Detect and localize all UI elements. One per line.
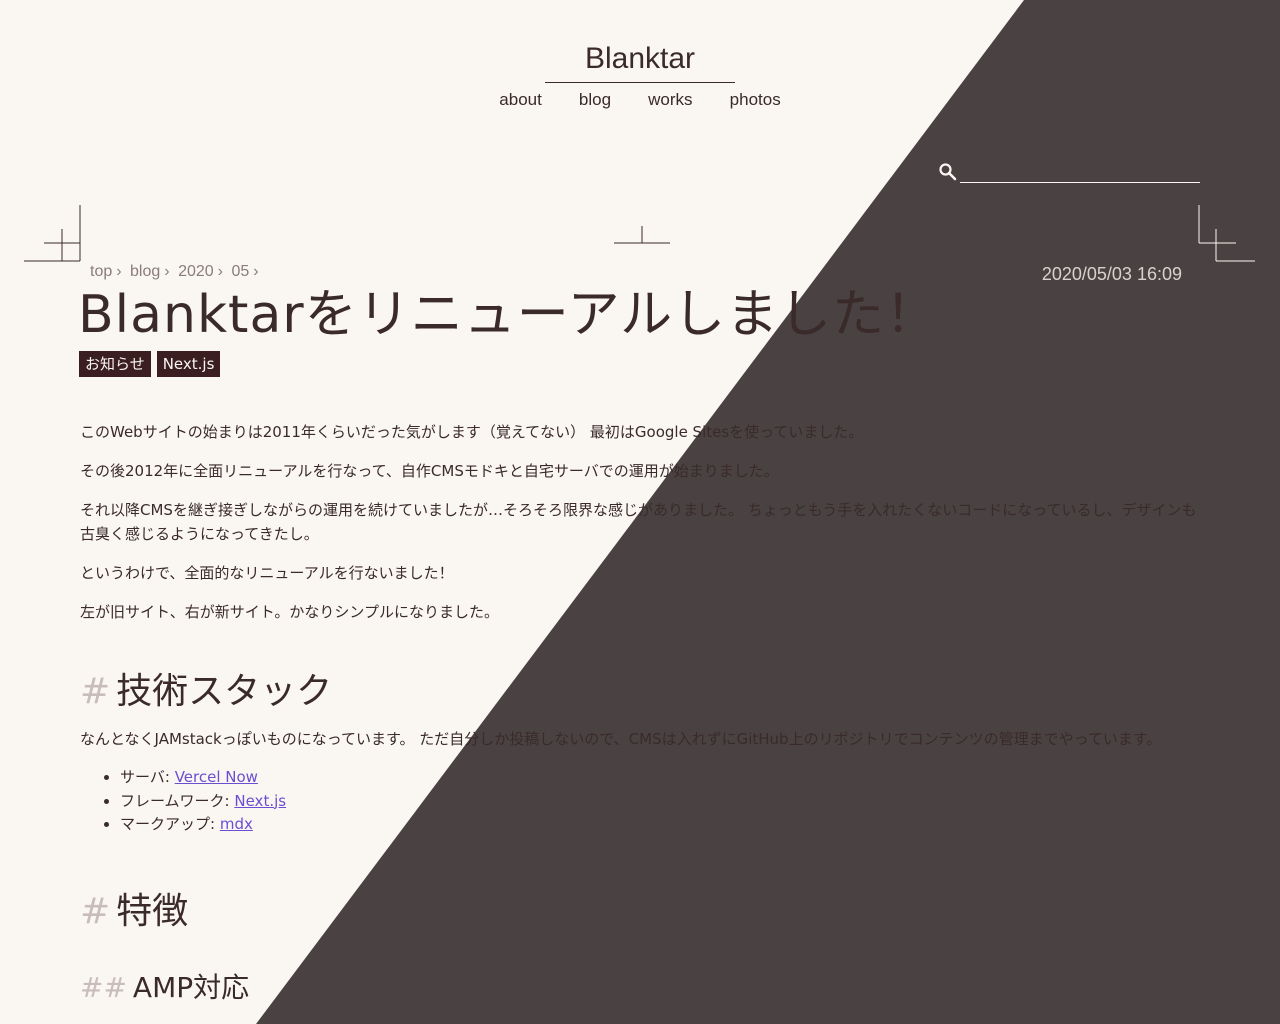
- link-vercel-now[interactable]: Vercel Now: [175, 768, 258, 786]
- heading-text: AMP対応: [132, 970, 250, 1004]
- site-title[interactable]: Blanktar: [545, 40, 735, 83]
- breadcrumb-top[interactable]: top: [90, 263, 112, 280]
- heading-hash: ##: [80, 970, 127, 1004]
- breadcrumb-month[interactable]: 05: [231, 263, 249, 280]
- heading-hash: #: [80, 671, 111, 712]
- section-heading-features: # 特徴: [80, 889, 1200, 935]
- paragraph: その後2012年に全面リニューアルを行なって、自作CMSモドキと自宅サーバでの運…: [80, 462, 779, 480]
- search-box: [938, 160, 1202, 184]
- paragraph: というわけで、全面的なリニューアルを行ないました！: [80, 564, 454, 582]
- list-item-label: サーバ:: [120, 768, 175, 786]
- chevron-right-icon: ›: [253, 263, 259, 280]
- tag-nextjs[interactable]: Next.js: [156, 351, 221, 377]
- chevron-right-icon: ›: [164, 263, 170, 280]
- corner-mark-left: [24, 205, 81, 262]
- paragraph: このWebサイトの始まりは2011年くらいだった気がします（覚えてない） 最初は…: [80, 423, 864, 441]
- tag-list: お知らせ Next.js: [79, 351, 226, 377]
- link-mdx[interactable]: mdx: [220, 815, 253, 833]
- list-item-label: マークアップ:: [120, 815, 220, 833]
- nav-about[interactable]: about: [499, 90, 542, 110]
- heading-text: 特徴: [116, 890, 189, 932]
- section-heading-amp: ## AMP対応: [80, 965, 1200, 1011]
- breadcrumb: top › blog › 2020 › 05 ›: [90, 263, 263, 281]
- search-icon[interactable]: [938, 162, 958, 182]
- tech-stack-list: サーバ: Vercel Now フレームワーク: Next.js マークアップ:…: [80, 766, 1200, 837]
- paragraph: なんとなくJAMstackっぽいものになっています。 ただ自分しか投稿しないので…: [80, 730, 1162, 748]
- breadcrumb-year[interactable]: 2020: [178, 263, 214, 280]
- nav-blog[interactable]: blog: [579, 90, 611, 110]
- list-item: サーバ: Vercel Now: [120, 766, 1200, 790]
- paragraph: 左が旧サイト、右が新サイト。かなりシンプルになりました。: [80, 603, 499, 621]
- paragraph: それ以降CMSを継ぎ接ぎしながらの運用を続けていましたが…そろそろ限界な感じがあ…: [80, 501, 1197, 543]
- link-nextjs[interactable]: Next.js: [234, 792, 286, 810]
- nav-photos[interactable]: photos: [730, 90, 781, 110]
- search-input[interactable]: [960, 160, 1200, 183]
- post-date: 2020/05/03 16:09: [1041, 264, 1182, 284]
- main-nav: about blog works photos: [0, 90, 1280, 110]
- chevron-right-icon: ›: [116, 263, 122, 280]
- chevron-right-icon: ›: [217, 263, 223, 280]
- post-title: Blanktarをリニューアルしました！: [78, 285, 939, 345]
- nav-works[interactable]: works: [648, 90, 692, 110]
- heading-hash: #: [80, 890, 111, 932]
- corner-mark-right: [1198, 205, 1255, 262]
- list-item-label: フレームワーク:: [120, 791, 235, 810]
- section-heading-tech-stack: # 技術スタック: [80, 669, 1200, 715]
- heading-text: 技術スタック: [116, 671, 333, 712]
- list-item: フレームワーク: Next.js: [120, 790, 1200, 814]
- list-item: マークアップ: mdx: [120, 813, 1200, 837]
- center-mark: [614, 226, 670, 244]
- tag-news[interactable]: お知らせ: [79, 351, 151, 377]
- post-content: このWebサイトの始まりは2011年くらいだった気がします（覚えてない） 最初は…: [80, 420, 1200, 1011]
- breadcrumb-blog[interactable]: blog: [130, 263, 160, 280]
